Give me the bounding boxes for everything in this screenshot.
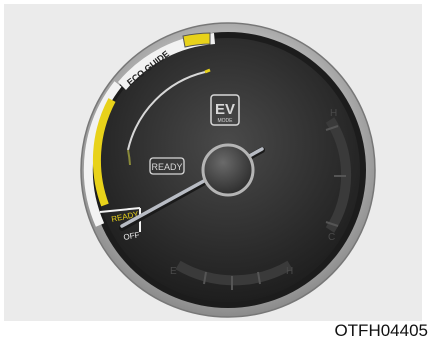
ready-indicator-label: READY	[151, 162, 182, 172]
inner-arc-tick	[204, 68, 211, 74]
figure-frame: EV MODE READY ECO GUIDE READY OFF E H H …	[0, 0, 428, 341]
fuel-full-label: H	[286, 266, 293, 277]
fuel-empty-label: E	[170, 266, 177, 277]
needle-hub	[201, 143, 255, 197]
hybrid-gauge: EV MODE READY ECO GUIDE READY OFF E H H …	[80, 22, 376, 318]
ev-mode-label-top: EV	[215, 101, 235, 118]
temp-cold-label: C	[328, 232, 335, 243]
ev-mode-label-bottom: MODE	[218, 118, 234, 124]
figure-code: OTFH04405	[334, 321, 428, 340]
temp-hot-label: H	[330, 108, 337, 119]
